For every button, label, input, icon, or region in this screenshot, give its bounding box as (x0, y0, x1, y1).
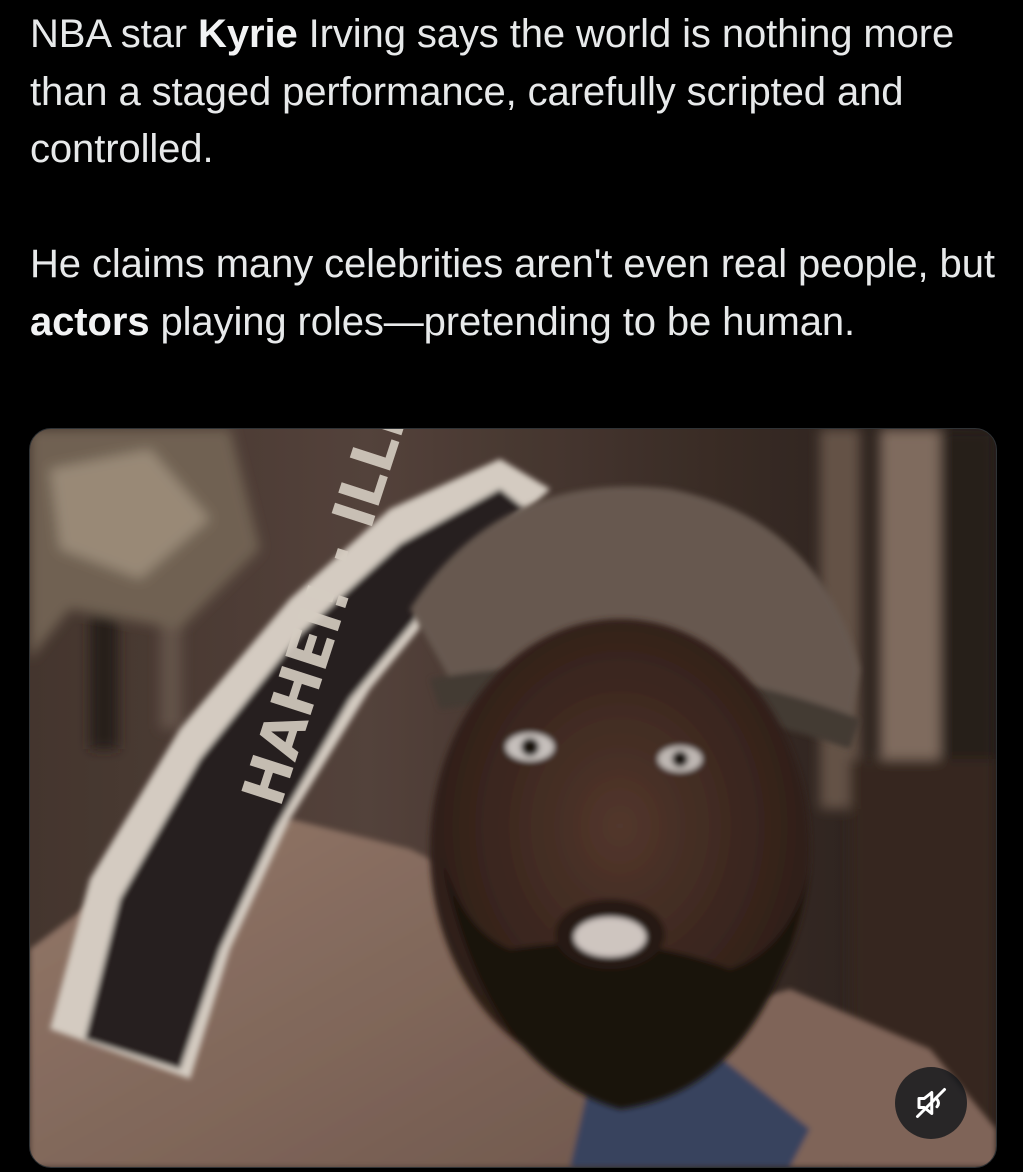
tweet-text-segment: playing roles—pretending to be human. (149, 299, 856, 344)
tweet-text: NBA star Kyrie Irving says the world is … (30, 6, 1005, 351)
tweet-text-segment: He claims many celebrities aren't even r… (30, 242, 995, 286)
tweet-paragraph-2: He claims many celebrities aren't even r… (30, 236, 1005, 351)
tweet-paragraph-1: NBA star Kyrie Irving says the world is … (30, 6, 1005, 179)
tweet-text-segment: NBA star (30, 12, 199, 56)
speaker-muted-icon (916, 1088, 946, 1118)
mute-toggle-button[interactable] (895, 1067, 967, 1139)
tweet-bold-name: Kyrie (198, 12, 298, 56)
tweet-bold-word: actors (30, 299, 150, 344)
video-player[interactable]: HAHEI! · ILLIN (29, 428, 997, 1168)
video-frame[interactable]: HAHEI! · ILLIN (30, 429, 996, 1167)
